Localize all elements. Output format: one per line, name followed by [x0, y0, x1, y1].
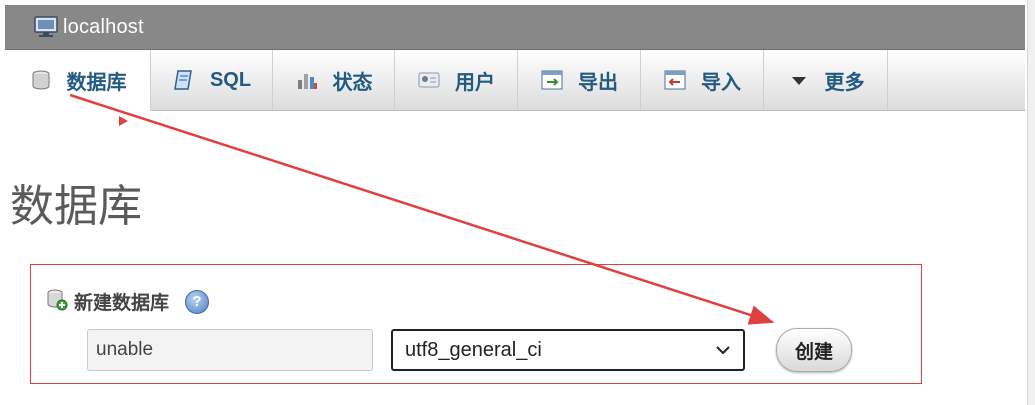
scrollbar[interactable]	[1027, 0, 1035, 405]
create-button[interactable]: 创建	[776, 328, 852, 372]
main-tabs: 数据库 SQL 状态 用户 导出 导入 更多	[5, 50, 1025, 111]
page-title: 数据库	[10, 182, 142, 231]
users-icon	[417, 68, 441, 92]
database-icon	[29, 68, 53, 92]
tab-import[interactable]: 导入	[641, 50, 764, 110]
new-database-icon	[44, 287, 68, 316]
tab-sql[interactable]: SQL	[151, 50, 273, 110]
import-icon	[663, 68, 687, 92]
export-icon	[540, 68, 564, 92]
tab-label: 状态	[332, 71, 373, 94]
tab-more[interactable]: 更多	[764, 50, 888, 110]
tab-label: 导出	[578, 71, 618, 94]
tab-databases[interactable]: 数据库	[5, 50, 151, 111]
sql-icon	[172, 68, 196, 92]
collation-value: utf8_general_ci	[405, 338, 542, 361]
create-database-header: 新建数据库 ?	[44, 287, 210, 316]
tab-export[interactable]: 导出	[518, 50, 641, 110]
server-icon	[33, 15, 59, 39]
tab-label: 用户	[455, 71, 495, 94]
create-database-label: 新建数据库	[74, 293, 170, 314]
chevron-down-icon	[787, 68, 811, 92]
server-title-bar: localhost	[5, 5, 1025, 50]
database-name-input[interactable]	[87, 329, 373, 371]
tab-status[interactable]: 状态	[273, 50, 395, 110]
tab-label: SQL	[209, 68, 252, 91]
status-icon	[295, 68, 319, 92]
tab-label: 更多	[824, 71, 865, 94]
create-database-panel: 新建数据库 ? utf8_general_ci 创建	[30, 264, 922, 384]
tab-label: 数据库	[66, 71, 127, 94]
tab-users[interactable]: 用户	[395, 50, 518, 110]
server-title[interactable]: localhost	[63, 16, 144, 39]
collation-select[interactable]: utf8_general_ci	[391, 329, 745, 371]
help-icon[interactable]: ?	[185, 289, 210, 314]
chevron-down-icon	[715, 339, 731, 362]
tab-label: 导入	[701, 71, 741, 94]
